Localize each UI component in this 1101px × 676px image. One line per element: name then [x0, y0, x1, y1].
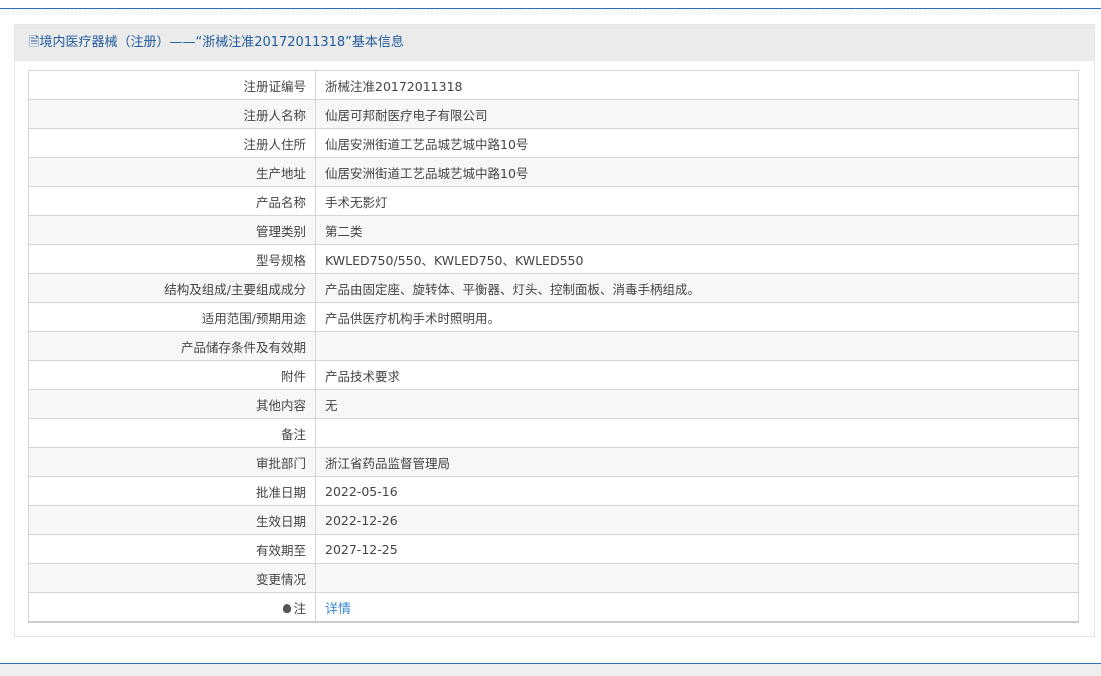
row-label: 产品名称 [28, 186, 316, 216]
table-row: 注册证编号 浙械注准20172011318 [28, 70, 1079, 100]
panel-title: 境内医疗器械（注册）——“浙械注准20172011318”基本信息 [39, 35, 404, 50]
table-row: 附件 产品技术要求 [28, 360, 1079, 390]
row-value [315, 563, 1079, 593]
table-row: 生效日期 2022-12-26 [28, 505, 1079, 535]
table-row: 注册人住所 仙居安洲街道工艺品城艺城中路10号 [28, 128, 1079, 158]
note-label: 注 [293, 600, 306, 616]
row-value: KWLED750/550、KWLED750、KWLED550 [315, 244, 1079, 274]
row-label: 注册人住所 [28, 128, 316, 158]
table-row-note: 注 详情 [28, 592, 1079, 623]
table-row: 产品名称 手术无影灯 [28, 186, 1079, 216]
table-row: 注册人名称 仙居可邦耐医疗电子有限公司 [28, 99, 1079, 129]
row-value: 产品由固定座、旋转体、平衡器、灯头、控制面板、消毒手柄组成。 [315, 273, 1079, 303]
table-row: 产品储存条件及有效期 [28, 331, 1079, 361]
row-value: 详情 [315, 592, 1079, 623]
row-label: 适用范围/预期用途 [28, 302, 316, 332]
table-row: 型号规格 KWLED750/550、KWLED750、KWLED550 [28, 244, 1079, 274]
row-value: 产品技术要求 [315, 360, 1079, 390]
top-stripe [0, 9, 1101, 15]
table-row: 结构及组成/主要组成成分 产品由固定座、旋转体、平衡器、灯头、控制面板、消毒手柄组… [28, 273, 1079, 303]
lightbulb-icon [283, 603, 292, 613]
row-value: 浙江省药品监督管理局 [315, 447, 1079, 477]
row-value: 第二类 [315, 215, 1079, 245]
row-label: 生产地址 [28, 157, 316, 187]
row-value: 仙居安洲街道工艺品城艺城中路10号 [315, 128, 1079, 158]
row-label: 变更情况 [28, 563, 316, 593]
row-label: 型号规格 [28, 244, 316, 274]
row-label: 其他内容 [28, 389, 316, 419]
row-value: 产品供医疗机构手术时照明用。 [315, 302, 1079, 332]
table-row: 适用范围/预期用途 产品供医疗机构手术时照明用。 [28, 302, 1079, 332]
document-icon: 🗎 [29, 35, 40, 50]
row-value: 仙居安洲街道工艺品城艺城中路10号 [315, 157, 1079, 187]
row-label: 审批部门 [28, 447, 316, 477]
top-border [0, 0, 1101, 9]
info-table: 注册证编号 浙械注准20172011318 注册人名称 仙居可邦耐医疗电子有限公司 注册… [28, 70, 1079, 623]
row-label: 结构及组成/主要组成成分 [28, 273, 316, 303]
table-row: 有效期至 2027-12-25 [28, 534, 1079, 564]
row-value: 无 [315, 389, 1079, 419]
row-value [315, 331, 1079, 361]
row-label: 产品储存条件及有效期 [28, 331, 316, 361]
row-value [315, 418, 1079, 448]
row-value: 手术无影灯 [315, 186, 1079, 216]
row-label: 批准日期 [28, 476, 316, 506]
details-link[interactable]: 详情 [325, 602, 351, 617]
table-row: 管理类别 第二类 [28, 215, 1079, 245]
table-row: 批准日期 2022-05-16 [28, 476, 1079, 506]
row-value: 2027-12-25 [315, 534, 1079, 564]
row-label: 有效期至 [28, 534, 316, 564]
row-label: 注册人名称 [28, 99, 316, 129]
row-value: 浙械注准20172011318 [315, 70, 1079, 100]
row-label: 管理类别 [28, 215, 316, 245]
table-row: 审批部门 浙江省药品监督管理局 [28, 447, 1079, 477]
table-row: 变更情况 [28, 563, 1079, 593]
table-row: 其他内容无 [28, 389, 1079, 419]
table-row: 生产地址 仙居安洲街道工艺品城艺城中路10号 [28, 157, 1079, 187]
row-label: 备注 [28, 418, 316, 448]
info-panel: 🗎境内医疗器械（注册）——“浙械注准20172011318”基本信息 注册证编号… [14, 24, 1095, 637]
row-label: 生效日期 [28, 505, 316, 535]
row-value: 2022-12-26 [315, 505, 1079, 535]
table-row: 备注 [28, 418, 1079, 448]
row-label: 注册证编号 [28, 70, 316, 100]
row-label: 注 [28, 592, 316, 623]
bottom-bar [0, 663, 1101, 676]
row-label: 附件 [28, 360, 316, 390]
row-value: 仙居可邦耐医疗电子有限公司 [315, 99, 1079, 129]
panel-header: 🗎境内医疗器械（注册）——“浙械注准20172011318”基本信息 [15, 25, 1094, 61]
row-value: 2022-05-16 [315, 476, 1079, 506]
